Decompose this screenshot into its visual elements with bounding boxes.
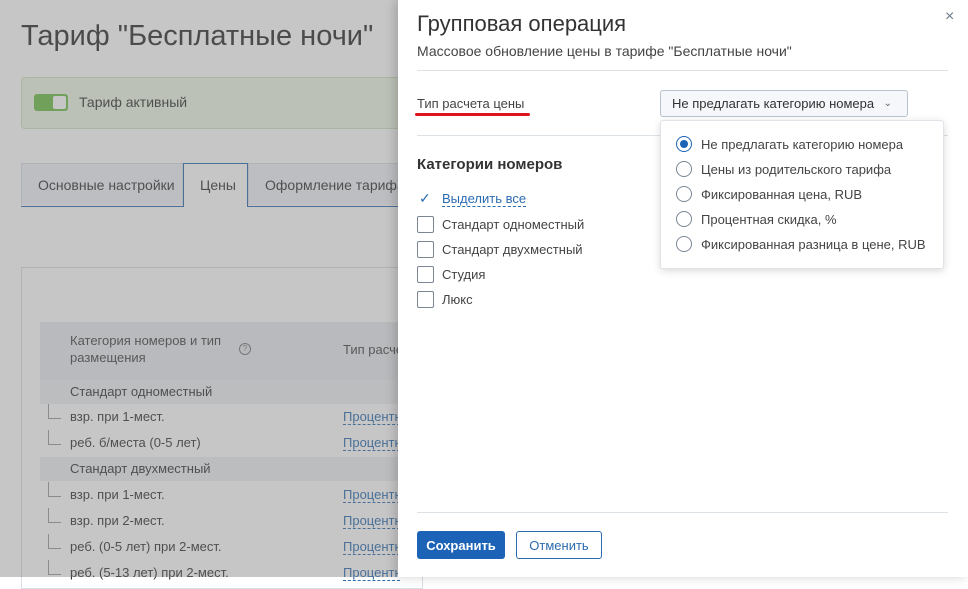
- radio-selected[interactable]: [676, 136, 692, 152]
- modal-title: Групповая операция: [417, 11, 627, 36]
- calc-type-dropdown: Не предлагать категорию номера Цены из р…: [660, 120, 944, 269]
- annotation-underline: [415, 113, 530, 116]
- radio[interactable]: [676, 186, 692, 202]
- category-label: Стандарт двухместный: [442, 242, 583, 257]
- select-all-link[interactable]: Выделить все: [442, 191, 527, 207]
- option-fixed-price[interactable]: Фиксированная цена, RUB: [676, 186, 938, 206]
- category-label: Стандарт одноместный: [442, 217, 585, 232]
- categories-heading: Категории номеров: [417, 156, 563, 173]
- checkmark-icon: ✓: [419, 190, 431, 206]
- option-label: Процентная скидка, %: [701, 212, 837, 227]
- divider: [417, 70, 948, 71]
- radio[interactable]: [676, 161, 692, 177]
- radio[interactable]: [676, 211, 692, 227]
- category-checkbox[interactable]: [417, 216, 434, 233]
- option-parent-prices[interactable]: Цены из родительского тарифа: [676, 161, 938, 181]
- option-label: Цены из родительского тарифа: [701, 162, 892, 177]
- category-checkbox[interactable]: [417, 266, 434, 283]
- calc-type-selected: Не предлагать категорию номера: [672, 96, 875, 111]
- category-checkbox[interactable]: [417, 291, 434, 308]
- category-checkbox[interactable]: [417, 241, 434, 258]
- calc-type-select[interactable]: Не предлагать категорию номера ⌄: [660, 90, 908, 117]
- chevron-down-icon: ⌄: [883, 98, 892, 109]
- modal-subtitle: Массовое обновление цены в тарифе "Беспл…: [417, 43, 792, 59]
- cancel-button[interactable]: Отменить: [516, 531, 602, 559]
- category-label: Студия: [442, 267, 486, 282]
- divider: [417, 512, 948, 513]
- modal-backdrop[interactable]: [0, 0, 398, 577]
- option-label: Фиксированная цена, RUB: [701, 187, 863, 202]
- group-operation-modal: Групповая операция Массовое обновление ц…: [398, 0, 968, 577]
- save-button[interactable]: Сохранить: [417, 531, 505, 559]
- option-label: Не предлагать категорию номера: [701, 137, 904, 152]
- radio[interactable]: [676, 236, 692, 252]
- close-icon[interactable]: ×: [945, 8, 954, 26]
- calc-type-label: Тип расчета цены: [417, 96, 525, 111]
- option-label: Фиксированная разница в цене, RUB: [701, 237, 926, 252]
- option-no-offer[interactable]: Не предлагать категорию номера: [676, 136, 938, 156]
- option-fixed-difference[interactable]: Фиксированная разница в цене, RUB: [676, 236, 938, 256]
- category-label: Люкс: [442, 292, 473, 307]
- option-percent-discount[interactable]: Процентная скидка, %: [676, 211, 938, 231]
